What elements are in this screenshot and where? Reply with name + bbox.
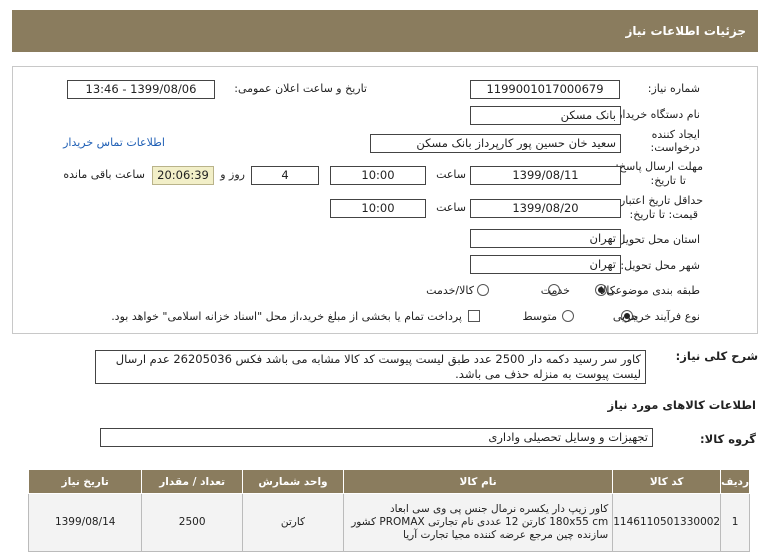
purchase-option-medium: متوسط: [522, 310, 557, 323]
reply-time-label: ساعت: [436, 168, 466, 181]
goods-group-label: گروه کالا:: [700, 432, 756, 446]
days-field: 4: [251, 166, 319, 185]
page-header: جزئیات اطلاعات نیاز: [12, 10, 758, 52]
col-name: نام کالا: [342, 469, 614, 494]
goods-group-field: تجهیزات و وسایل تحصیلی واداری: [100, 428, 653, 447]
creator-label-1: ایجاد کننده: [651, 128, 700, 141]
remaining-timer: 20:06:39: [152, 166, 214, 185]
cell-row: 1: [720, 493, 750, 552]
city-label: شهر محل تحویل:: [620, 259, 700, 272]
validity-time-field: 10:00: [330, 199, 426, 218]
col-unit: واحد شمارش: [241, 469, 345, 494]
col-row: ردیف: [720, 469, 750, 494]
validity-label-1: حداقل تاریخ اعتبار: [619, 194, 703, 207]
remaining-label: ساعت باقی مانده: [63, 168, 145, 181]
category-label: طبقه بندی موضوعی:: [602, 284, 700, 297]
validity-date-field: 1399/08/20: [470, 199, 621, 218]
category-option-goods-service: کالا/خدمت: [426, 284, 474, 297]
purchase-radio-medium[interactable]: [562, 310, 574, 322]
description-field: کاور سر رسید دکمه دار 2500 عدد طبق لیست …: [95, 350, 646, 384]
creator-label-2: درخواست:: [650, 141, 700, 154]
category-radio-goods-service[interactable]: [477, 284, 489, 296]
province-field: تهران: [470, 229, 621, 248]
validity-label-2: قیمت: تا تاریخ:: [629, 208, 698, 221]
announce-field: 1399/08/06 - 13:46: [67, 80, 215, 99]
reply-date-field: 1399/08/11: [470, 166, 621, 185]
purchase-option-minor: جزیی: [612, 310, 638, 323]
creator-field: سعید خان حسین پور کارپرداز بانک مسکن: [370, 134, 621, 153]
category-option-goods: کالا: [600, 284, 615, 297]
goods-table: ردیف کد کالا نام کالا واحد شمارش تعداد /…: [27, 469, 750, 552]
col-qty: تعداد / مقدار: [141, 469, 243, 494]
table-row[interactable]: 1 1146110501330002 کاور زیپ دار یکسره نر…: [27, 493, 750, 552]
cell-name: کاور زیپ دار یکسره نرمال جنس پی وی سی اب…: [342, 493, 614, 552]
reply-deadline-label-2: تا تاریخ:: [650, 174, 686, 187]
city-field: تهران: [470, 255, 621, 274]
province-label: استان محل تحویل:: [613, 233, 700, 246]
goods-table-header: ردیف کد کالا نام کالا واحد شمارش تعداد /…: [27, 469, 750, 494]
need-number-field: 1199001017000679: [470, 80, 620, 99]
buyer-field: بانک مسکن: [470, 106, 621, 125]
goods-section-title: اطلاعات کالاهای مورد نیاز: [607, 398, 756, 412]
cell-unit: کارتن: [241, 493, 345, 552]
treasury-payment-note: پرداخت تمام یا بخشی از مبلغ خرید،از محل …: [111, 310, 462, 323]
buyer-label: نام دستگاه خریدار:: [613, 108, 700, 121]
category-option-service: خدمت: [540, 284, 570, 297]
cell-code: 1146110501330002: [612, 493, 722, 552]
col-code: کد کالا: [612, 469, 722, 494]
cell-qty: 2500: [141, 493, 243, 552]
validity-time-label: ساعت: [436, 201, 466, 214]
treasury-payment-checkbox[interactable]: [468, 310, 480, 322]
description-label: شرح کلی نیاز:: [675, 349, 758, 363]
need-number-label: شماره نیاز:: [647, 82, 700, 95]
days-label: روز و: [220, 168, 245, 181]
reply-time-field: 10:00: [330, 166, 426, 185]
announce-label: تاریخ و ساعت اعلان عمومی:: [234, 82, 367, 95]
page-title: جزئیات اطلاعات نیاز: [625, 24, 746, 38]
col-date: تاریخ نیاز: [27, 469, 143, 494]
cell-date: 1399/08/14: [27, 493, 143, 552]
reply-deadline-label-1: مهلت ارسال پاسخ:: [615, 160, 703, 173]
buyer-contact-link[interactable]: اطلاعات تماس خریدار: [63, 136, 165, 149]
